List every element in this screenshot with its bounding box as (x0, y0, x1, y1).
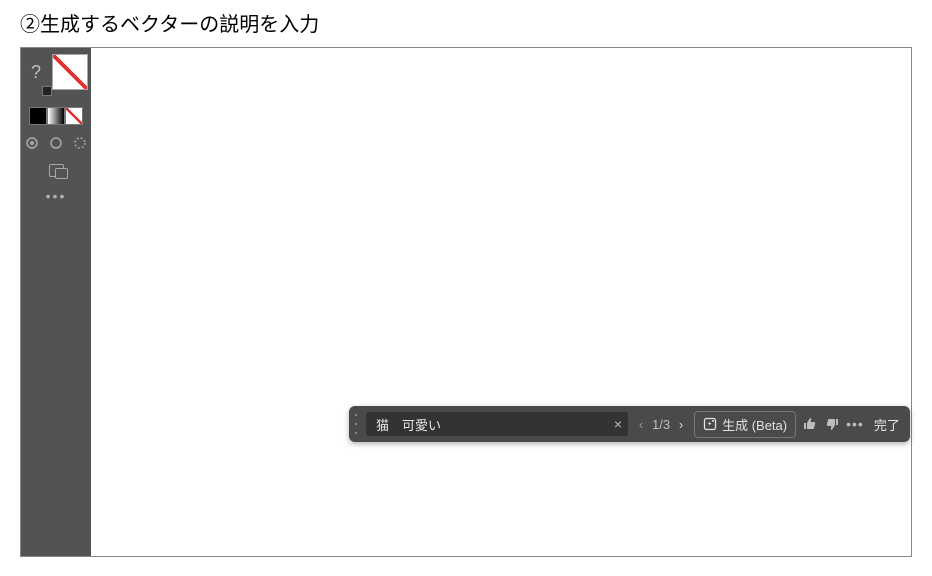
swap-colors-icon[interactable] (42, 86, 52, 96)
gradient-swatch[interactable] (47, 107, 65, 125)
result-nav: ‹ 1/3 › (634, 417, 688, 432)
result-counter: 1/3 (652, 417, 670, 432)
fill-mode-row (29, 107, 83, 125)
thumbs-down-icon[interactable] (824, 416, 840, 432)
fill-stroke-swatch[interactable] (52, 54, 88, 90)
prev-result-button[interactable]: ‹ (634, 417, 648, 431)
grip-handle[interactable] (355, 414, 358, 434)
draw-inside-icon[interactable] (71, 134, 89, 152)
draw-normal-icon[interactable] (23, 134, 41, 152)
sidebar-more-icon[interactable]: ••• (46, 188, 67, 204)
next-result-button[interactable]: › (674, 417, 688, 431)
generate-button-label: 生成 (Beta) (722, 415, 787, 434)
tool-row-help: ? (24, 52, 88, 92)
canvas-area[interactable]: 猫 可愛い × ‹ 1/3 › 生成 (Beta) (91, 48, 911, 556)
app-frame: ? ••• (20, 47, 912, 557)
generate-icon (703, 417, 717, 431)
generative-bar: 猫 可愛い × ‹ 1/3 › 生成 (Beta) (349, 406, 910, 442)
prompt-input[interactable]: 猫 可愛い (376, 415, 606, 434)
tool-sidebar: ? ••• (21, 48, 91, 556)
thumbs-up-icon[interactable] (802, 416, 818, 432)
solid-color-swatch[interactable] (29, 107, 47, 125)
draw-mode-row (23, 134, 89, 152)
done-button[interactable]: 完了 (874, 415, 900, 434)
screen-mode-icon[interactable] (47, 161, 65, 179)
step-heading: ②生成するベクターの説明を入力 (0, 0, 932, 47)
draw-behind-icon[interactable] (47, 134, 65, 152)
no-fill-swatch[interactable] (65, 107, 83, 125)
more-options-icon[interactable]: ••• (846, 416, 864, 432)
generate-button[interactable]: 生成 (Beta) (694, 411, 796, 438)
clear-prompt-icon[interactable]: × (614, 416, 622, 432)
prompt-input-wrap[interactable]: 猫 可愛い × (366, 412, 628, 436)
help-icon[interactable]: ? (24, 62, 48, 83)
